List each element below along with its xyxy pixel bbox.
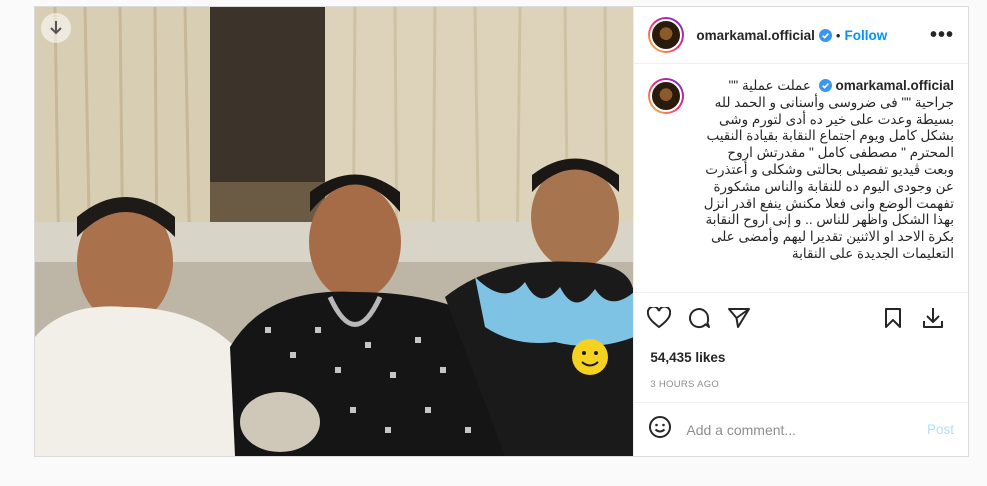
paper-plane-icon[interactable] — [724, 303, 754, 333]
comment-input[interactable] — [686, 421, 927, 438]
author-username[interactable]: omarkamal.official — [696, 28, 815, 43]
smiley-icon[interactable] — [648, 415, 672, 444]
likes-count[interactable]: 54,435 likes — [634, 342, 968, 365]
instagram-post: omarkamal.official • Follow ••• omarkama… — [34, 6, 969, 457]
verified-badge-icon — [818, 79, 832, 92]
post-photo[interactable] — [35, 7, 634, 456]
post-sidebar: omarkamal.official • Follow ••• omarkama… — [633, 7, 968, 456]
caption-username[interactable]: omarkamal.official — [835, 78, 954, 93]
heart-icon[interactable] — [644, 303, 674, 333]
bookmark-icon[interactable] — [878, 303, 908, 333]
more-options-icon[interactable]: ••• — [930, 24, 954, 47]
post-header: omarkamal.official • Follow ••• — [634, 7, 968, 64]
verified-badge-icon — [818, 28, 832, 42]
follow-button[interactable]: Follow — [844, 28, 887, 43]
download-arrow-icon — [49, 20, 63, 36]
separator-dot: • — [835, 27, 841, 43]
comment-bubble-icon[interactable] — [684, 303, 714, 333]
caption-body: عملت عملية "" جراحية "" فى ضروسى وأسنانى… — [703, 78, 954, 261]
post-photo-illustration — [35, 7, 634, 456]
action-bar — [634, 292, 968, 342]
download-tray-icon[interactable] — [918, 303, 948, 333]
post-comment-button[interactable]: Post — [927, 422, 954, 437]
download-badge[interactable] — [41, 13, 71, 43]
caption-area: omarkamal.official عملت عملية "" جراحية … — [634, 64, 968, 292]
caption-text: omarkamal.official عملت عملية "" جراحية … — [698, 78, 954, 292]
post-timestamp[interactable]: 3 HOURS AGO — [634, 365, 968, 390]
avatar[interactable] — [648, 17, 685, 53]
comment-box: Post — [634, 402, 968, 456]
caption-avatar[interactable] — [648, 78, 685, 114]
